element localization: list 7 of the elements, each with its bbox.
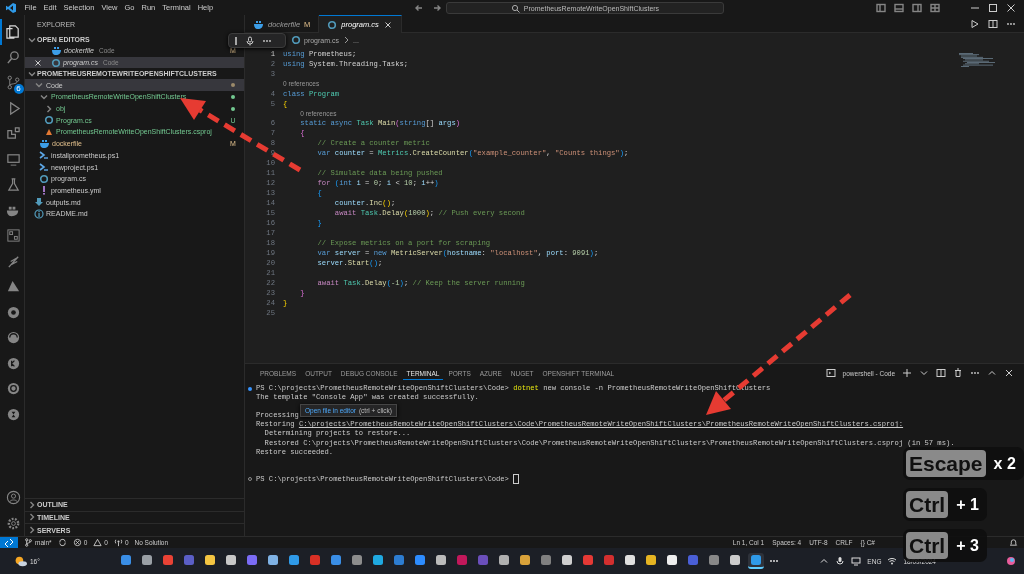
key-count: + 3 <box>956 536 979 555</box>
count-badge: 6 <box>13 83 24 94</box>
key-count: x 2 <box>993 454 1016 473</box>
key-cap: Ctrl <box>906 532 949 559</box>
key-cap: Escape <box>906 450 986 477</box>
key-count: + 1 <box>956 495 979 514</box>
key-cap: Ctrl <box>906 491 949 518</box>
